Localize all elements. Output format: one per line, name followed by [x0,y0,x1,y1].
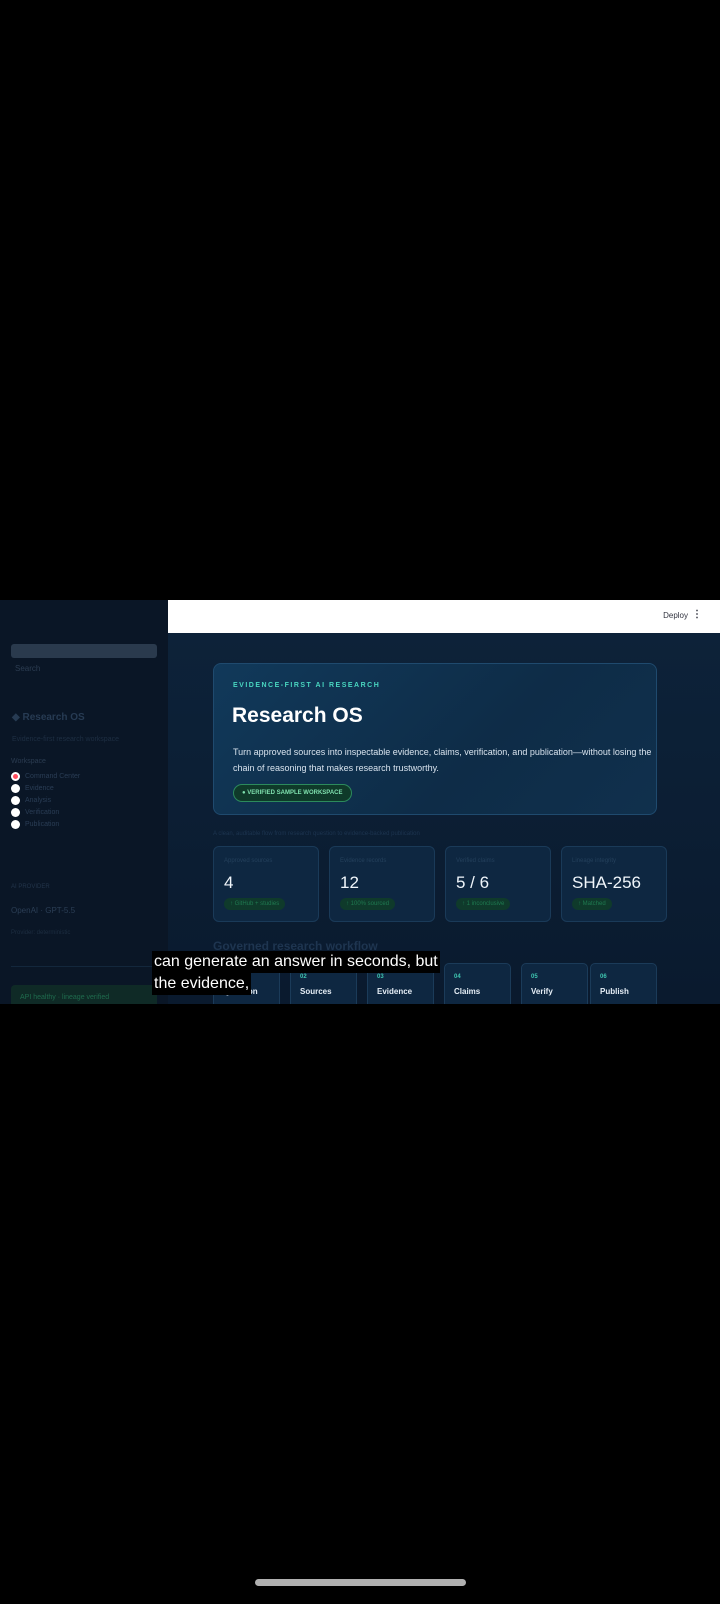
metric-card: Lineage integrity SHA-256 ↑ Matched [561,846,667,922]
sidebar-tagline: Evidence-first research workspace [12,736,119,743]
metric-card: Approved sources 4 ↑ GitHub + studies [213,846,319,922]
sidebar-item-analysis[interactable]: Analysis [11,794,80,806]
more-menu-icon[interactable]: ⋮ [692,609,702,620]
hero-caption: A clean, auditable flow from research qu… [213,831,420,837]
radio-selected-icon[interactable] [11,771,20,781]
page-title: Research OS [232,704,363,727]
subtitle-line-1: can generate an answer in seconds, but [152,951,440,973]
sidebar-item-label: Analysis [25,796,52,804]
sidebar-search-input[interactable] [11,644,157,658]
video-frame: Search ◆ Research OS Evidence-first rese… [0,600,720,1004]
metric-value: 4 [224,873,234,892]
app-header: Deploy ⋮ [168,600,720,633]
workflow-step-verify[interactable]: 05 Verify [521,963,588,1004]
workflow-step-publish[interactable]: 06 Publish [590,963,657,1004]
sidebar-item-verification[interactable]: Verification [11,806,80,818]
metric-label: Verified claims [456,858,495,864]
metric-badge: ↑ GitHub + studies [224,898,286,910]
sidebar-item-label: Publication [25,820,60,828]
radio-icon[interactable] [11,783,20,793]
step-number: 06 [600,974,607,980]
home-indicator[interactable] [255,1579,466,1586]
sidebar-item-label: Evidence [25,784,54,792]
step-number: 05 [531,974,538,980]
metric-label: Evidence records [340,858,387,864]
hero-card: EVIDENCE-FIRST AI RESEARCH Research OS T… [213,663,657,815]
metric-value: 12 [340,873,359,892]
model-section-label: AI PROVIDER [11,884,50,890]
video-subtitles: can generate an answer in seconds, but t… [152,951,482,995]
hero-eyebrow: EVIDENCE-FIRST AI RESEARCH [233,682,381,689]
metric-badge: ↑ 1 inconclusive [456,898,511,910]
sidebar: Search ◆ Research OS Evidence-first rese… [0,600,169,1004]
sidebar-item-label: Verification [25,808,60,816]
metric-card: Verified claims 5 / 6 ↑ 1 inconclusive [445,846,551,922]
step-name: Verify [531,987,553,996]
metrics-row: Approved sources 4 ↑ GitHub + studies Ev… [213,846,667,922]
metric-card: Evidence records 12 ↑ 100% sourced [329,846,435,922]
verified-workspace-badge: ● VERIFIED SAMPLE WORKSPACE [233,784,352,802]
metric-value: 5 / 6 [456,873,490,892]
subtitle-line-2: the evidence, [152,973,252,995]
sidebar-nav: Command Center Evidence Analysis Verific… [11,770,80,830]
sidebar-item-label: Command Center [25,772,81,780]
sidebar-brand: ◆ Research OS [12,712,85,723]
metric-value: SHA-256 [572,873,641,892]
sidebar-divider [11,966,157,967]
sidebar-section-label: Workspace [11,758,46,765]
step-name: Publish [600,987,629,996]
radio-icon[interactable] [11,795,20,805]
model-name: OpenAI · GPT-5.5 [11,906,76,915]
radio-icon[interactable] [11,819,20,829]
metric-badge: ↑ Matched [572,898,612,910]
hero-description: Turn approved sources into inspectable e… [233,747,652,773]
sidebar-item-command-center[interactable]: Command Center [11,770,80,782]
sidebar-item-publication[interactable]: Publication [11,818,80,830]
sidebar-item-evidence[interactable]: Evidence [11,782,80,794]
main-content: EVIDENCE-FIRST AI RESEARCH Research OS T… [168,633,720,1004]
sidebar-search-hint: Search [15,664,41,673]
radio-icon[interactable] [11,807,20,817]
status-badge: API healthy · lineage verified [11,985,157,1004]
metric-label: Approved sources [224,858,273,864]
metric-badge: ↑ 100% sourced [340,898,396,910]
deploy-button[interactable]: Deploy [663,611,688,620]
model-hint: Provider: deterministic [11,930,71,936]
metric-label: Lineage integrity [572,858,617,864]
